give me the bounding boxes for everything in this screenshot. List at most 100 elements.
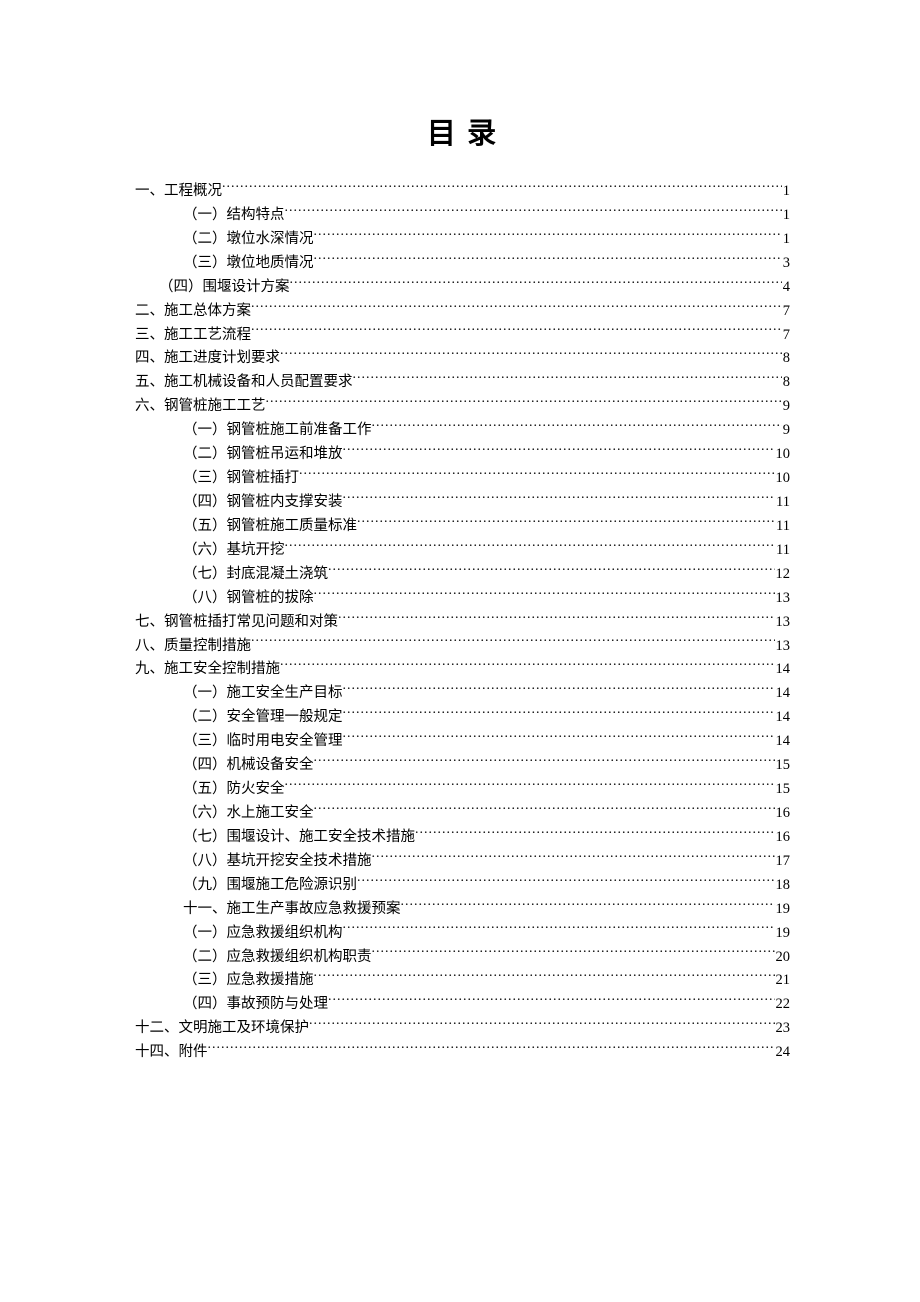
toc-entry-page: 19 [775, 898, 791, 922]
toc-entry-label: （一）施工安全生产目标 [183, 682, 343, 706]
toc-entry-page: 16 [775, 826, 791, 850]
toc-entry[interactable]: （四）钢管桩内支撑安装11 [135, 491, 790, 515]
toc-leader-dots [280, 348, 782, 363]
toc-entry-page: 9 [782, 395, 790, 419]
toc-entry[interactable]: （五）钢管桩施工质量标准11 [135, 515, 790, 539]
toc-entry[interactable]: （七）封底混凝土浇筑12 [135, 563, 790, 587]
toc-entry-page: 4 [782, 276, 790, 300]
toc-leader-dots [280, 659, 775, 674]
toc-entry[interactable]: 十一、施工生产事故应急救援预案 19 [135, 898, 790, 922]
toc-leader-dots [328, 563, 775, 578]
toc-entry[interactable]: （二）钢管桩吊运和堆放 10 [135, 443, 790, 467]
toc-entry-page: 19 [775, 922, 791, 946]
toc-leader-dots [314, 228, 782, 243]
toc-entry-page: 13 [775, 587, 791, 611]
toc-leader-dots [357, 874, 775, 889]
toc-entry[interactable]: （四）事故预防与处理22 [135, 993, 790, 1017]
toc-entry[interactable]: 一、工程概况 1 [135, 180, 790, 204]
toc-entry[interactable]: （六）基坑开挖11 [135, 539, 790, 563]
toc-entry-page: 17 [775, 850, 791, 874]
toc-entry-page: 8 [782, 371, 790, 395]
toc-entry[interactable]: 十四、附件24 [135, 1041, 790, 1065]
toc-entry[interactable]: （一）钢管桩施工前准备工作9 [135, 419, 790, 443]
toc-entry-label: （四）钢管桩内支撑安装 [183, 491, 343, 515]
toc-leader-dots [285, 539, 776, 554]
toc-entry[interactable]: （二）应急救援组织机构职责20 [135, 946, 790, 970]
toc-entry-page: 1 [782, 228, 790, 252]
toc-entry[interactable]: （四）围堰设计方案4 [135, 276, 790, 300]
toc-leader-dots [338, 611, 775, 626]
toc-entry-page: 11 [775, 539, 790, 563]
toc-leader-dots [415, 826, 775, 841]
toc-entry-label: 六、钢管桩施工工艺 [135, 395, 266, 419]
toc-leader-dots [285, 779, 775, 794]
toc-entry-label: 十二、文明施工及环境保护 [135, 1017, 309, 1041]
toc-entry-label: 七、钢管桩插打常见问题和对策 [135, 611, 338, 635]
toc-entry-page: 20 [775, 946, 791, 970]
toc-entry-page: 1 [782, 180, 790, 204]
toc-leader-dots [314, 252, 782, 267]
toc-entry-page: 15 [775, 778, 791, 802]
toc-entry-label: （三）墩位地质情况 [183, 252, 314, 276]
toc-entry-page: 14 [775, 730, 791, 754]
toc-entry[interactable]: （三）钢管桩插打 10 [135, 467, 790, 491]
toc-leader-dots [290, 276, 782, 291]
toc-entry[interactable]: （二）墩位水深情况1 [135, 228, 790, 252]
toc-entry-page: 14 [775, 658, 791, 682]
toc-leader-dots [372, 946, 775, 961]
toc-entry[interactable]: （八）基坑开挖安全技术措施17 [135, 850, 790, 874]
toc-entry[interactable]: 四、施工进度计划要求 8 [135, 347, 790, 371]
toc-entry-page: 8 [782, 347, 790, 371]
toc-entry[interactable]: （一）结构特点1 [135, 204, 790, 228]
toc-entry[interactable]: （七）围堰设计、施工安全技术措施16 [135, 826, 790, 850]
toc-leader-dots [353, 372, 782, 387]
toc-leader-dots [314, 587, 775, 602]
toc-entry[interactable]: 八、质量控制措施13 [135, 635, 790, 659]
toc-entry-label: （四）机械设备安全 [183, 754, 314, 778]
toc-entry[interactable]: 六、钢管桩施工工艺 9 [135, 395, 790, 419]
toc-entry[interactable]: （六）水上施工安全16 [135, 802, 790, 826]
toc-entry-label: （三）钢管桩插打 [183, 467, 299, 491]
toc-entry[interactable]: 十二、文明施工及环境保护23 [135, 1017, 790, 1041]
toc-entry-page: 16 [775, 802, 791, 826]
toc-entry[interactable]: （三）临时用电安全管理14 [135, 730, 790, 754]
toc-entry[interactable]: （一）应急救援组织机构19 [135, 922, 790, 946]
toc-leader-dots [372, 850, 775, 865]
toc-entry-page: 21 [775, 969, 791, 993]
toc-entry[interactable]: 二、施工总体方案7 [135, 300, 790, 324]
toc-entry[interactable]: （一）施工安全生产目标 14 [135, 682, 790, 706]
toc-entry[interactable]: （八）钢管桩的拔除13 [135, 587, 790, 611]
toc-entry[interactable]: （四）机械设备安全15 [135, 754, 790, 778]
toc-leader-dots [314, 970, 775, 985]
toc-entry-label: 四、施工进度计划要求 [135, 347, 280, 371]
toc-leader-dots [343, 731, 775, 746]
toc-entry[interactable]: 七、钢管桩插打常见问题和对策13 [135, 611, 790, 635]
toc-entry-label: 十一、施工生产事故应急救援预案 [183, 898, 401, 922]
toc-entry[interactable]: 五、施工机械设备和人员配置要求8 [135, 371, 790, 395]
toc-entry[interactable]: （三）墩位地质情况3 [135, 252, 790, 276]
toc-entry-page: 10 [775, 443, 791, 467]
toc-entry-page: 18 [775, 874, 791, 898]
toc-entry[interactable]: （二）安全管理一般规定14 [135, 706, 790, 730]
toc-entry-page: 12 [775, 563, 791, 587]
toc-entry-label: （一）钢管桩施工前准备工作 [183, 419, 372, 443]
toc-entry-page: 7 [782, 324, 790, 348]
toc-entry[interactable]: （三）应急救援措施21 [135, 969, 790, 993]
toc-entry-label: 九、施工安全控制措施 [135, 658, 280, 682]
toc-leader-dots [208, 1042, 775, 1057]
toc-entry-page: 10 [775, 467, 791, 491]
toc-leader-dots [357, 515, 775, 530]
toc-entry-label: （五）钢管桩施工质量标准 [183, 515, 357, 539]
toc-entry-page: 24 [775, 1041, 791, 1065]
toc-entry-label: （二）钢管桩吊运和堆放 [183, 443, 343, 467]
toc-entry[interactable]: 三、施工工艺流程 7 [135, 324, 790, 348]
toc-entry[interactable]: 九、施工安全控制措施 14 [135, 658, 790, 682]
toc-leader-dots [343, 922, 775, 937]
table-of-contents: 一、工程概况 1（一）结构特点1（二）墩位水深情况1（三）墩位地质情况3（四）围堰… [135, 180, 790, 1065]
toc-entry[interactable]: （五）防火安全15 [135, 778, 790, 802]
toc-entry-label: 三、施工工艺流程 [135, 324, 251, 348]
toc-entry[interactable]: （九）围堰施工危险源识别18 [135, 874, 790, 898]
toc-entry-page: 14 [775, 682, 791, 706]
toc-entry-label: 一、工程概况 [135, 180, 222, 204]
toc-leader-dots [343, 491, 776, 506]
